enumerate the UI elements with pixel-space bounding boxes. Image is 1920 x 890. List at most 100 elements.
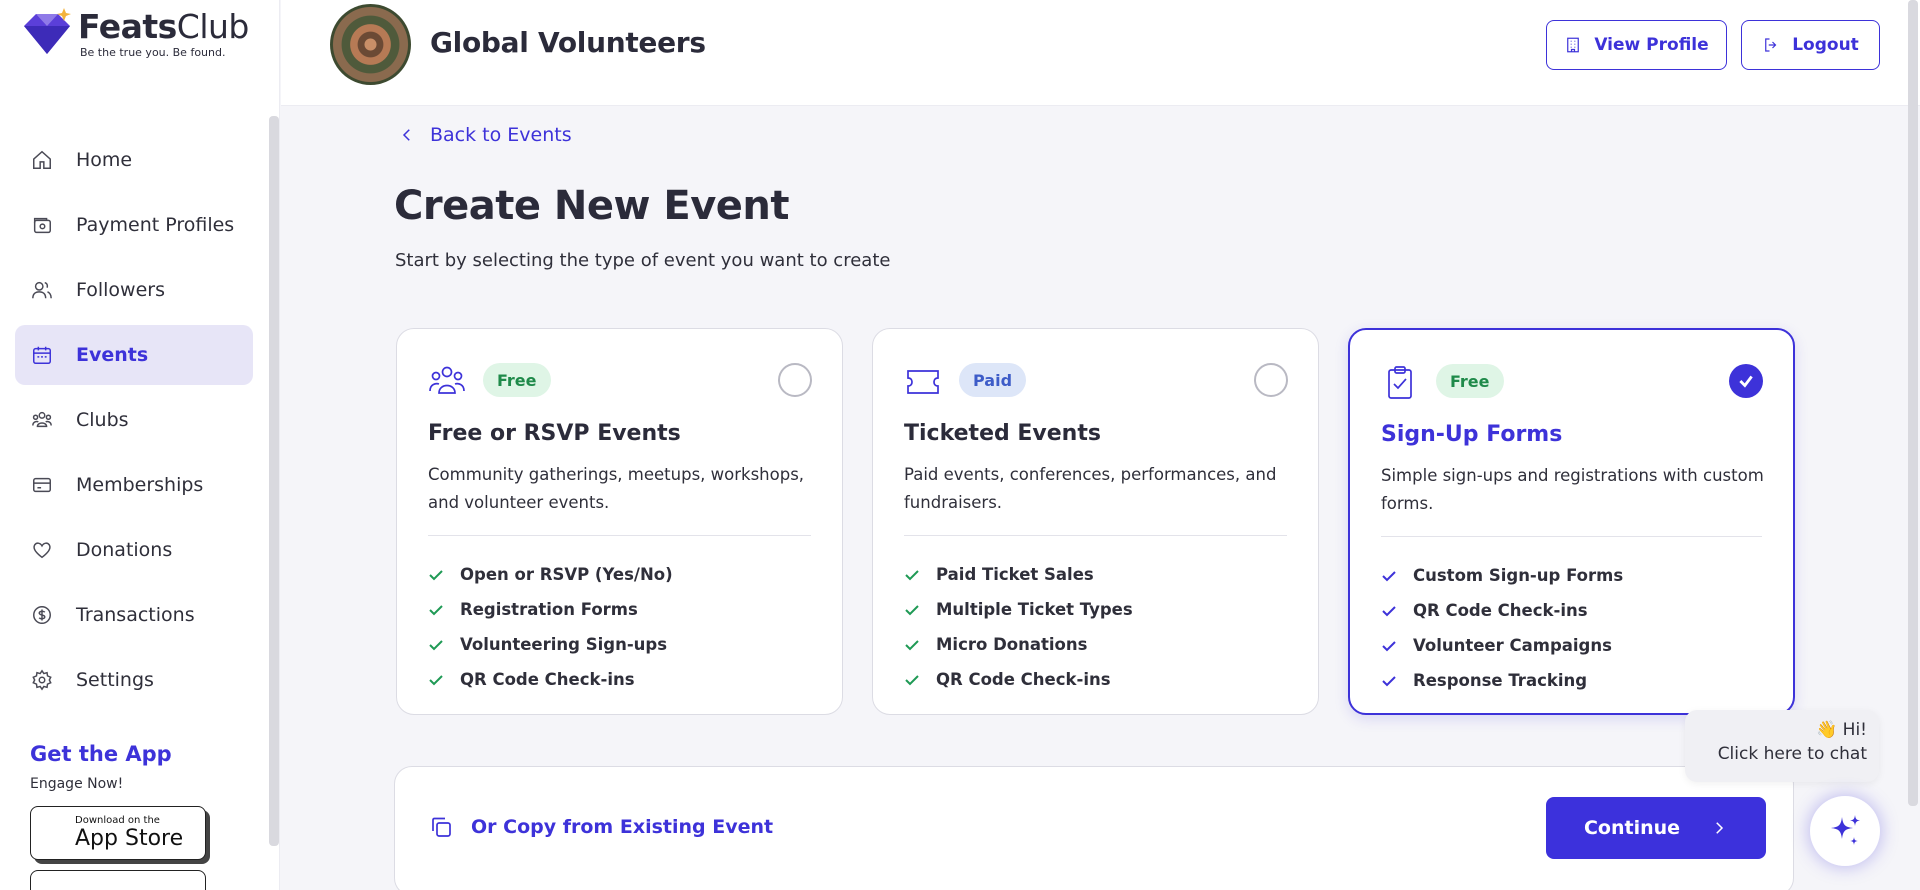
copy-icon bbox=[432, 817, 451, 837]
view-profile-label: View Profile bbox=[1594, 35, 1709, 55]
dollar-icon bbox=[30, 603, 54, 627]
sidebar: FeatsClub Be the true you. Be found. Hom… bbox=[0, 0, 280, 890]
page-title: Create New Event bbox=[394, 183, 790, 229]
check-icon bbox=[905, 639, 919, 650]
group-icon bbox=[30, 408, 54, 432]
card-divider bbox=[428, 535, 811, 536]
sidebar-item-followers[interactable]: Followers bbox=[15, 260, 253, 320]
logout-button[interactable]: Logout bbox=[1741, 20, 1880, 70]
sidebar-item-payment-profiles[interactable]: Payment Profiles bbox=[15, 195, 253, 255]
sidebar-item-memberships[interactable]: Memberships bbox=[15, 455, 253, 515]
card-radio[interactable] bbox=[1254, 363, 1288, 397]
feature-item: QR Code Check-ins bbox=[1381, 593, 1623, 628]
event-type-card-ticketed[interactable]: Paid Ticketed Events Paid events, confer… bbox=[872, 328, 1319, 715]
heart-icon bbox=[30, 538, 54, 562]
check-icon bbox=[1739, 375, 1753, 388]
card-radio[interactable] bbox=[778, 363, 812, 397]
sidebar-item-label: Events bbox=[76, 344, 149, 366]
sidebar-nav: Home Payment Profiles Followers Events C… bbox=[15, 130, 253, 715]
sidebar-item-clubs[interactable]: Clubs bbox=[15, 390, 253, 450]
home-icon bbox=[30, 148, 54, 172]
sidebar-item-label: Payment Profiles bbox=[76, 214, 235, 236]
sidebar-scrollbar[interactable] bbox=[269, 116, 279, 846]
brand-logo[interactable]: FeatsClub Be the true you. Be found. bbox=[20, 8, 249, 60]
sidebar-item-label: Settings bbox=[76, 669, 154, 691]
sidebar-item-label: Followers bbox=[76, 279, 165, 301]
top-header: Global Volunteers View Profile Logout bbox=[281, 0, 1920, 106]
feature-item: QR Code Check-ins bbox=[904, 662, 1133, 697]
check-icon bbox=[1382, 675, 1396, 686]
play-store-button[interactable] bbox=[30, 870, 206, 890]
feature-list: Paid Ticket Sales Multiple Ticket Types … bbox=[904, 557, 1133, 697]
feature-item: Multiple Ticket Types bbox=[904, 592, 1133, 627]
people-icon bbox=[428, 363, 466, 401]
feature-list: Open or RSVP (Yes/No) Registration Forms… bbox=[428, 557, 673, 697]
page-subtitle: Start by selecting the type of event you… bbox=[395, 250, 891, 271]
copy-label: Or Copy from Existing Event bbox=[471, 816, 774, 838]
chevron-right-icon bbox=[1716, 822, 1724, 834]
check-icon bbox=[429, 604, 443, 615]
sidebar-item-donations[interactable]: Donations bbox=[15, 520, 253, 580]
card-description: Simple sign-ups and registrations with c… bbox=[1381, 466, 1764, 513]
feature-list: Custom Sign-up Forms QR Code Check-ins V… bbox=[1381, 558, 1623, 698]
calendar-icon bbox=[30, 343, 54, 367]
sidebar-item-label: Transactions bbox=[76, 604, 195, 626]
users-icon bbox=[30, 278, 54, 302]
feature-item: QR Code Check-ins bbox=[428, 662, 673, 697]
logout-label: Logout bbox=[1792, 35, 1859, 55]
org-name: Global Volunteers bbox=[430, 26, 706, 59]
chat-greeting: 👋 Hi! bbox=[1816, 720, 1867, 740]
logo-icon bbox=[24, 8, 71, 54]
chat-launcher-button[interactable] bbox=[1810, 796, 1880, 866]
page-scrollbar[interactable] bbox=[1908, 0, 1918, 806]
check-icon bbox=[905, 674, 919, 685]
card-radio-checked[interactable] bbox=[1729, 364, 1763, 398]
logout-icon bbox=[1765, 38, 1777, 52]
card-title: Sign-Up Forms bbox=[1381, 422, 1563, 447]
feature-item: Paid Ticket Sales bbox=[904, 557, 1133, 592]
card-title: Ticketed Events bbox=[904, 421, 1101, 446]
check-icon bbox=[1382, 570, 1396, 581]
org-avatar[interactable] bbox=[330, 4, 411, 85]
event-type-card-sign-up-forms[interactable]: Free Sign-Up Forms Simple sign-ups and r… bbox=[1348, 328, 1795, 715]
event-type-card-free-rsvp[interactable]: Free Free or RSVP Events Community gathe… bbox=[396, 328, 843, 715]
check-icon bbox=[905, 569, 919, 580]
card-title: Free or RSVP Events bbox=[428, 421, 681, 446]
card-description: Paid events, conferences, performances, … bbox=[904, 465, 1277, 512]
check-icon bbox=[1382, 605, 1396, 616]
building-icon bbox=[1567, 37, 1580, 53]
price-badge: Paid bbox=[959, 363, 1027, 397]
sidebar-item-home[interactable]: Home bbox=[15, 130, 253, 190]
check-icon bbox=[429, 569, 443, 580]
continue-button[interactable]: Continue bbox=[1546, 797, 1766, 859]
feature-item: Open or RSVP (Yes/No) bbox=[428, 557, 673, 592]
sidebar-item-settings[interactable]: Settings bbox=[15, 650, 253, 710]
feature-item: Registration Forms bbox=[428, 592, 673, 627]
sidebar-item-events[interactable]: Events bbox=[15, 325, 253, 385]
feature-item: Response Tracking bbox=[1381, 663, 1623, 698]
app-store-button[interactable]: Download on the App Store bbox=[30, 806, 206, 860]
get-app-title: Get the App bbox=[30, 742, 172, 766]
back-label: Back to Events bbox=[430, 124, 572, 146]
app-store-label: App Store bbox=[75, 826, 184, 851]
price-badge: Free bbox=[1436, 364, 1504, 398]
check-icon bbox=[429, 639, 443, 650]
get-app-subtitle: Engage Now! bbox=[30, 776, 124, 792]
action-bar: Or Copy from Existing Event Continue bbox=[394, 766, 1794, 890]
copy-from-existing-event-link[interactable]: Or Copy from Existing Event bbox=[429, 815, 773, 839]
ticket-icon bbox=[904, 363, 942, 401]
chat-cta: Click here to chat bbox=[1717, 744, 1867, 764]
view-profile-button[interactable]: View Profile bbox=[1546, 20, 1727, 70]
chat-prompt-bubble[interactable]: 👋 Hi! Click here to chat bbox=[1685, 710, 1879, 782]
price-badge: Free bbox=[483, 363, 551, 397]
feature-item: Volunteer Campaigns bbox=[1381, 628, 1623, 663]
feature-item: Micro Donations bbox=[904, 627, 1133, 662]
card-divider bbox=[1381, 536, 1762, 537]
feature-item: Custom Sign-up Forms bbox=[1381, 558, 1623, 593]
feature-item: Volunteering Sign-ups bbox=[428, 627, 673, 662]
clipboard-check-icon bbox=[1381, 364, 1419, 402]
back-to-events-link[interactable]: Back to Events bbox=[398, 124, 572, 146]
check-icon bbox=[429, 674, 443, 685]
sidebar-item-label: Donations bbox=[76, 539, 173, 561]
sidebar-item-transactions[interactable]: Transactions bbox=[15, 585, 253, 645]
